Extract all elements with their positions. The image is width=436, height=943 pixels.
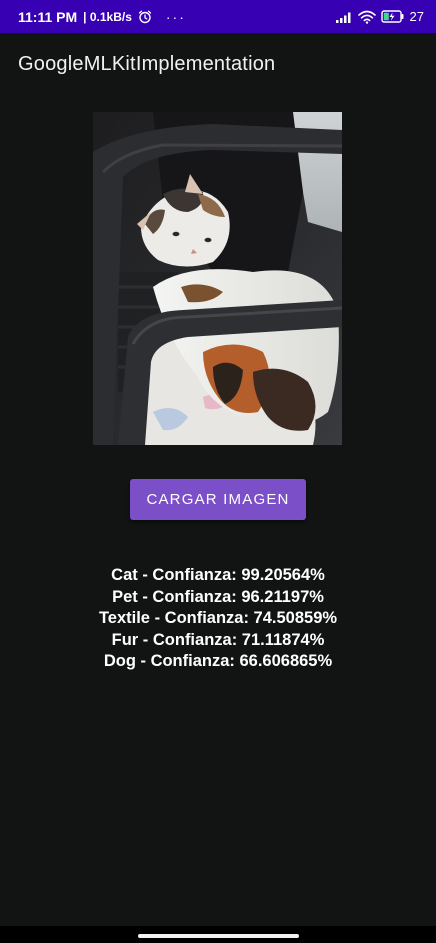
signal-icon <box>335 11 353 23</box>
status-bar: 11:11 PM | 0.1kB/s ··· 27 <box>0 0 436 33</box>
selected-photo <box>93 112 342 445</box>
status-right: 27 <box>335 9 424 24</box>
result-label: Textile - Confianza: 74.50859% <box>98 609 338 627</box>
navigation-bar <box>0 926 436 943</box>
alarm-icon <box>138 10 152 24</box>
status-speed-value: 0.1kB/s <box>89 9 132 24</box>
home-gesture-handle[interactable] <box>138 934 299 938</box>
status-time: 11:11 PM <box>18 8 78 25</box>
status-network-speed: | 0.1kB/s <box>83 9 132 24</box>
app-bar: GoogleMLKitImplementation <box>0 33 436 95</box>
battery-level: 27 <box>409 9 424 24</box>
result-label: Fur - Confianza: 71.11874% <box>111 630 325 649</box>
result-label: Dog - Confianza: 66.606865% <box>103 652 333 670</box>
app-title: GoogleMLKitImplementation <box>18 52 276 75</box>
wifi-icon <box>357 10 376 24</box>
status-left: 11:11 PM | 0.1kB/s ··· <box>18 9 186 25</box>
classification-results: Cat - Confianza: 99.20564% Pet - Confian… <box>0 565 436 673</box>
result-label: Pet - Confianza: 96.21197% <box>112 587 324 606</box>
battery-charging-icon <box>380 10 405 23</box>
result-label: Cat - Confianza: 99.20564% <box>111 566 325 584</box>
more-notifications-icon: ··· <box>165 8 186 25</box>
load-image-button[interactable]: CARGAR IMAGEN <box>130 479 306 520</box>
